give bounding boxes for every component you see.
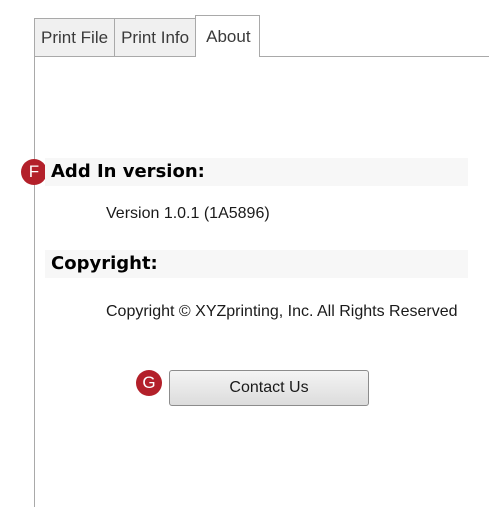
annotation-badge-g: G (136, 370, 162, 396)
add-in-version-heading: Add In version: (45, 158, 468, 186)
tab-strip: Print File Print Info About (34, 15, 260, 57)
contact-us-button[interactable]: Contact Us (169, 370, 369, 406)
tab-about[interactable]: About (195, 15, 260, 57)
about-tab-panel (34, 56, 489, 507)
tab-print-file[interactable]: Print File (34, 18, 116, 57)
tab-print-info[interactable]: Print Info (114, 18, 197, 57)
about-panel-window: Print File Print Info About F Add In ver… (0, 0, 489, 507)
copyright-heading: Copyright: (45, 250, 468, 278)
version-value: Version 1.0.1 (1A5896) (106, 205, 270, 222)
annotation-badge-f: F (21, 159, 47, 185)
copyright-value: Copyright © XYZprinting, Inc. All Rights… (106, 303, 458, 320)
